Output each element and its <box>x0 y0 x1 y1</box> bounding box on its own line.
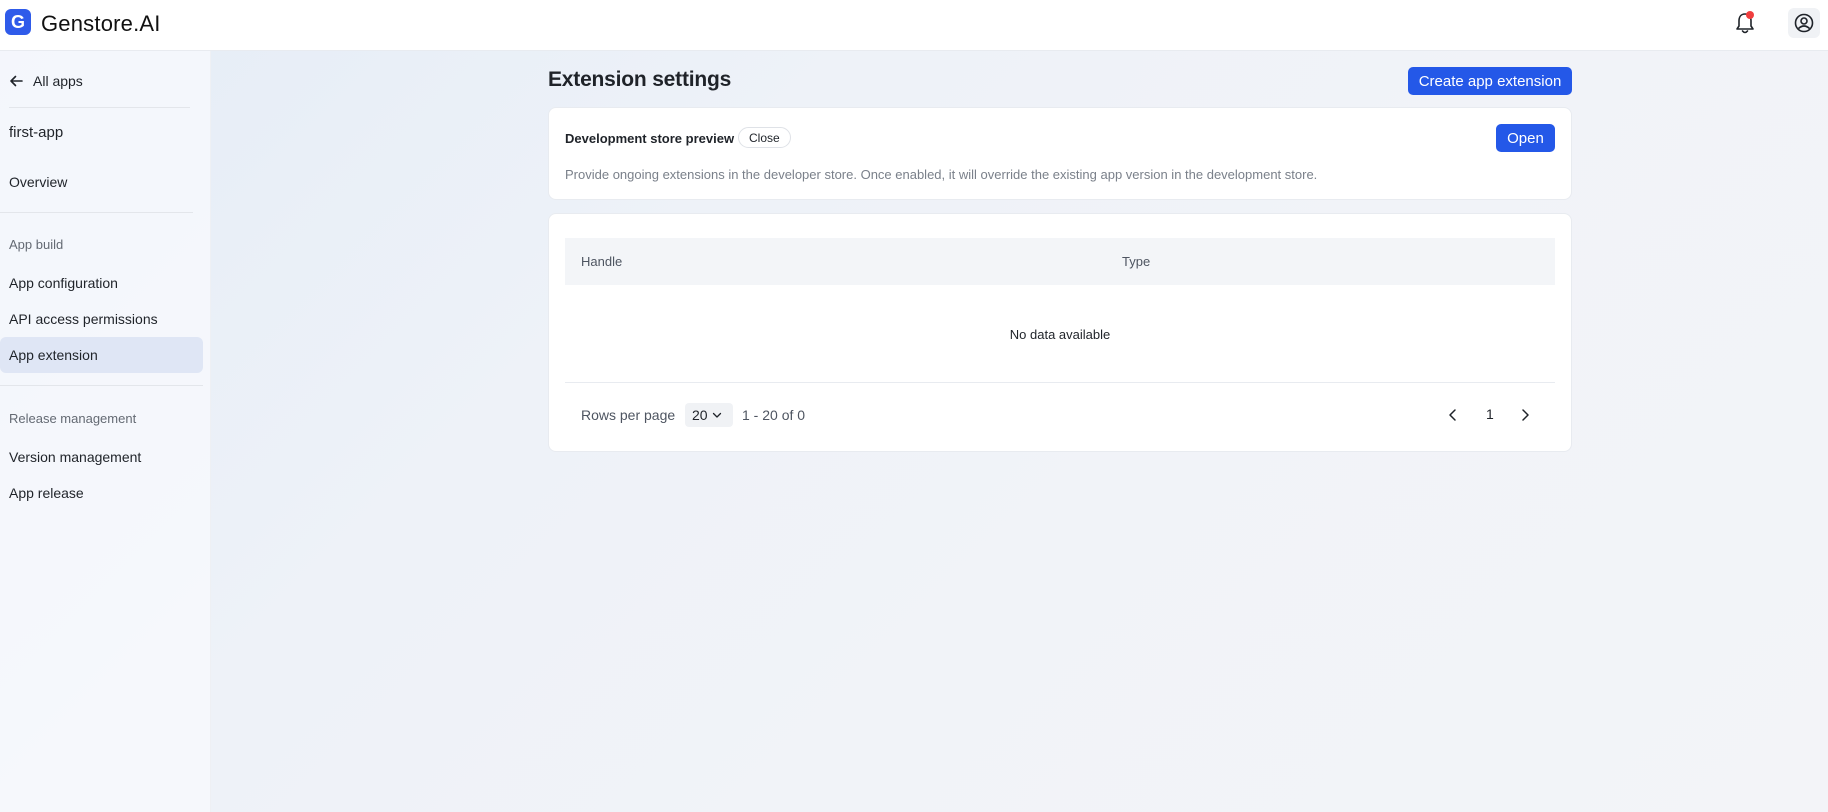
pagination-range: 1 - 20 of 0 <box>742 407 806 423</box>
sidebar-item-app-configuration[interactable]: App configuration <box>0 265 203 301</box>
back-label: All apps <box>33 73 83 89</box>
open-button[interactable]: Open <box>1496 124 1555 152</box>
empty-state-text: No data available <box>1009 327 1111 342</box>
account-button[interactable] <box>1788 8 1820 38</box>
page-title: Extension settings <box>548 68 732 91</box>
status-badge: Close <box>738 127 791 148</box>
back-to-all-apps[interactable]: All apps <box>9 71 83 91</box>
create-app-extension-button[interactable]: Create app extension <box>1408 67 1572 95</box>
divider <box>0 212 193 213</box>
preview-description: Provide ongoing extensions in the develo… <box>565 167 1318 182</box>
sidebar-item-overview[interactable]: Overview <box>0 164 203 200</box>
rows-per-page-label: Rows per page <box>581 407 676 423</box>
arrow-left-icon <box>10 75 23 87</box>
column-header-type: Type <box>1122 254 1151 269</box>
extensions-table-card: Handle Type No data available Rows per p… <box>548 213 1572 452</box>
app-name: first-app <box>9 124 64 141</box>
table-header: Handle Type <box>565 238 1555 285</box>
chevron-left-icon[interactable] <box>1445 407 1461 423</box>
notification-dot <box>1746 11 1754 19</box>
sidebar: All apps first-app Overview App build Ap… <box>0 51 211 812</box>
chevron-right-icon[interactable] <box>1517 407 1533 423</box>
logo-icon[interactable]: G <box>5 9 31 35</box>
sidebar-item-app-extension[interactable]: App extension <box>0 337 203 373</box>
sidebar-item-api-access-permissions[interactable]: API access permissions <box>0 301 203 337</box>
development-store-preview-card: Development store preview Close Open Pro… <box>548 107 1572 200</box>
sidebar-item-version-management[interactable]: Version management <box>0 439 203 475</box>
divider <box>0 385 203 386</box>
preview-title: Development store preview <box>565 131 735 146</box>
divider <box>565 382 1555 383</box>
sidebar-group-app-build: App build <box>9 237 64 252</box>
sidebar-item-app-release[interactable]: App release <box>0 475 203 511</box>
user-circle-icon <box>1794 13 1814 33</box>
brand-name[interactable]: Genstore.AI <box>41 11 161 37</box>
top-bar: G Genstore.AI <box>0 0 1828 51</box>
column-header-handle: Handle <box>581 254 623 269</box>
rows-per-page-value: 20 <box>692 407 708 423</box>
rows-per-page-select[interactable]: 20 <box>685 403 733 427</box>
page-number[interactable]: 1 <box>1486 406 1494 422</box>
chevron-down-icon <box>712 412 721 418</box>
sidebar-group-release-management: Release management <box>9 411 137 426</box>
divider <box>9 107 190 108</box>
